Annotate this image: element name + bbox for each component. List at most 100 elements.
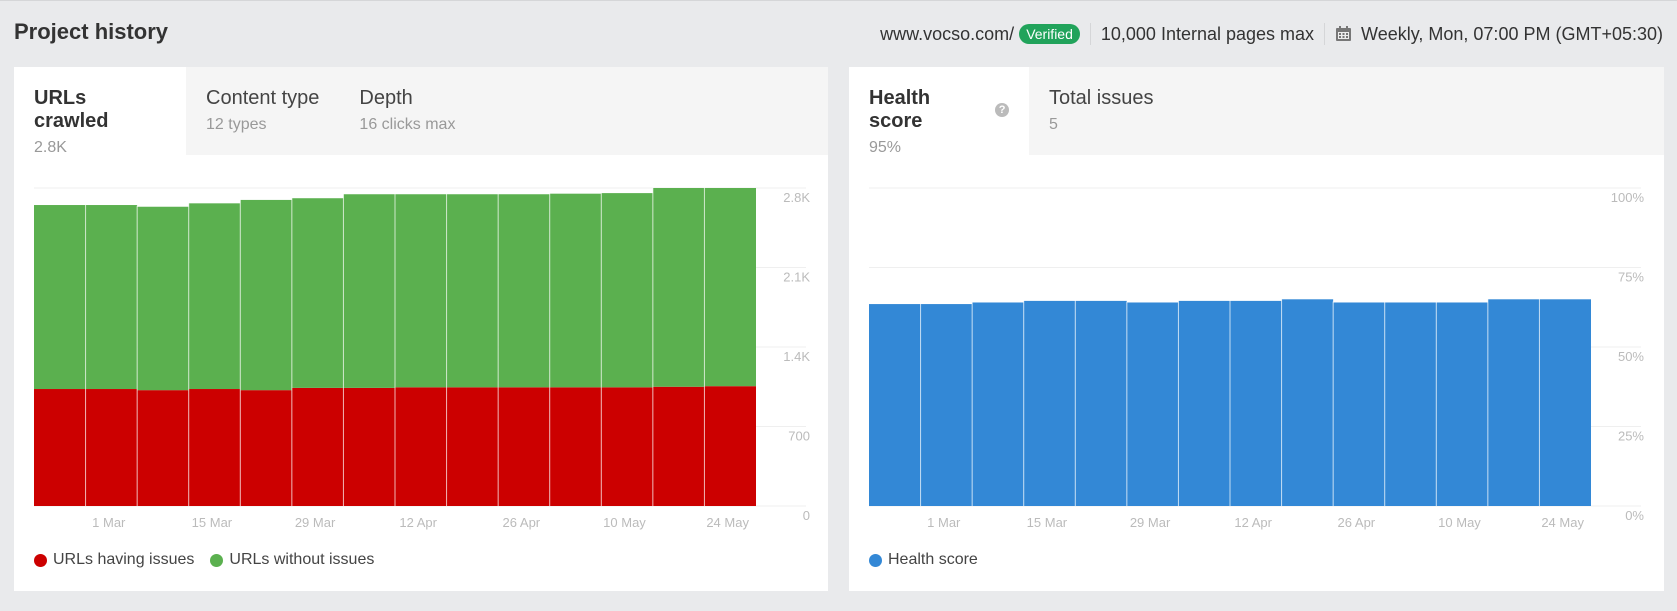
bar-urls-having-issues — [291, 387, 344, 506]
bar-health-score — [1333, 302, 1385, 506]
bar-urls-without-issues — [652, 188, 705, 387]
bar-health-score — [972, 302, 1024, 506]
legend-label: URLs having issues — [53, 551, 195, 568]
bar-urls-having-issues — [240, 390, 292, 506]
bar-health-score — [1384, 302, 1437, 506]
y-tick-label: 2.8K — [783, 190, 810, 205]
verified-badge: Verified — [1019, 24, 1080, 44]
bar-urls-without-issues — [240, 199, 292, 391]
legend-item-urls-without-issues[interactable]: URLs without issues — [210, 551, 374, 569]
bar-urls-without-issues — [498, 194, 550, 388]
tab-depth[interactable]: Depth 16 clicks max — [339, 67, 475, 155]
crawl-schedule[interactable]: Weekly, Mon, 07:00 PM (GMT+05:30) — [1361, 24, 1663, 45]
legend-dot-icon — [34, 553, 47, 567]
project-meta: www.vocso.com/ Verified 10,000 Internal … — [880, 22, 1663, 46]
tab-label: Health score — [869, 87, 931, 132]
x-tick-label: 1 Mar — [927, 515, 961, 530]
page-title: Project history — [14, 19, 169, 44]
x-tick-label: 26 Apr — [1338, 515, 1376, 530]
y-tick-label: 25% — [1618, 429, 1644, 444]
calendar-icon — [1335, 26, 1352, 42]
x-tick-label: 12 Apr — [399, 515, 437, 530]
x-tick-label: 26 Apr — [503, 515, 541, 530]
bar-urls-having-issues — [601, 387, 653, 506]
bar-urls-having-issues — [343, 387, 395, 506]
divider — [1324, 23, 1326, 45]
bar-urls-without-issues — [704, 188, 756, 387]
bar-urls-having-issues — [549, 387, 602, 506]
bar-health-score — [1436, 302, 1488, 506]
x-tick-label: 15 Mar — [192, 515, 233, 530]
bar-urls-without-issues — [549, 193, 602, 388]
y-tick-label: 700 — [788, 429, 810, 444]
divider — [1089, 23, 1091, 45]
bar-urls-having-issues — [85, 389, 138, 506]
tab-value: 12 types — [206, 116, 267, 133]
legend-dot-icon — [869, 553, 882, 567]
bar-health-score — [1075, 300, 1127, 506]
tab-urls-crawled[interactable]: URLs crawled 2.8K — [14, 67, 186, 156]
x-tick-label: 12 Apr — [1234, 515, 1272, 530]
bar-urls-having-issues — [652, 386, 705, 506]
x-tick-label: 1 Mar — [92, 515, 126, 530]
bar-health-score — [1178, 300, 1230, 506]
bar-health-score — [1487, 299, 1540, 506]
legend: Health score — [869, 551, 994, 569]
bar-urls-having-issues — [395, 387, 447, 506]
urls-crawled-panel: URLs crawled 2.8K Content type 12 types … — [14, 67, 828, 591]
y-tick-label: 100% — [1611, 190, 1645, 205]
top-border — [0, 0, 1677, 1]
bar-health-score — [1126, 302, 1179, 506]
y-tick-label: 2.1K — [783, 270, 810, 285]
bar-health-score — [1539, 299, 1591, 506]
bar-urls-without-issues — [395, 194, 447, 388]
tab-value: 5 — [1049, 116, 1058, 133]
legend-label: URLs without issues — [229, 551, 375, 568]
project-domain[interactable]: www.vocso.com/ — [880, 24, 1014, 45]
bar-urls-without-issues — [188, 203, 241, 390]
x-tick-label: 10 May — [603, 515, 646, 530]
bar-urls-without-issues — [446, 194, 499, 388]
bar-urls-having-issues — [34, 389, 86, 506]
x-tick-label: 29 Mar — [1130, 515, 1171, 530]
legend-label: Health score — [888, 551, 978, 568]
bar-urls-without-issues — [291, 198, 344, 388]
y-tick-label: 0 — [803, 508, 810, 523]
bar-urls-without-issues — [85, 205, 138, 390]
x-tick-label: 29 Mar — [295, 515, 336, 530]
question-icon[interactable]: ? — [995, 103, 1009, 117]
bar-urls-having-issues — [188, 389, 241, 506]
tab-health-score[interactable]: Health score? 95% — [849, 67, 1029, 156]
tab-label: Depth — [359, 87, 413, 109]
bar-health-score — [1281, 299, 1334, 506]
tab-total-issues[interactable]: Total issues 5 — [1029, 67, 1174, 155]
health-score-chart: 0% 25% 50% 75% 100% 1 Mar 15 Mar 29 Mar 12 Apr 26… — [869, 187, 1645, 530]
legend-item-urls-having-issues[interactable]: URLs having issues — [34, 551, 194, 569]
bar-health-score — [1230, 300, 1282, 506]
legend-dot-icon — [210, 553, 224, 567]
tab-label: Total issues — [1049, 87, 1154, 109]
tab-label: Content type — [206, 87, 320, 109]
bar-health-score — [920, 304, 973, 506]
y-tick-label: 1.4K — [783, 349, 810, 364]
y-tick-label: 0% — [1625, 508, 1644, 523]
left-tabs: URLs crawled 2.8K Content type 12 types … — [14, 67, 828, 156]
x-tick-label: 24 May — [1541, 515, 1584, 530]
bar-urls-without-issues — [601, 193, 653, 388]
bar-urls-without-issues — [34, 205, 86, 390]
tab-content-type[interactable]: Content type 12 types — [186, 67, 339, 155]
y-tick-label: 75% — [1618, 270, 1644, 285]
health-score-panel: Health score? 95% Total issues 5 0% 25% 50… — [849, 67, 1664, 591]
bar-urls-without-issues — [137, 206, 189, 391]
bar-urls-having-issues — [446, 387, 499, 506]
urls-crawled-chart: 0 700 1.4K 2.1K 2.8K 1 Mar 15 Mar 29 Mar 12 Apr 2… — [34, 187, 810, 530]
legend-item-health-score[interactable]: Health score — [869, 551, 978, 569]
bar-urls-without-issues — [343, 194, 395, 388]
bar-urls-having-issues — [704, 386, 756, 506]
tab-value: 16 clicks max — [359, 116, 456, 133]
tab-label: URLs crawled — [34, 87, 109, 132]
x-tick-label: 10 May — [1438, 515, 1481, 530]
y-tick-label: 50% — [1618, 349, 1644, 364]
bar-urls-having-issues — [498, 387, 550, 506]
x-tick-label: 15 Mar — [1027, 515, 1068, 530]
